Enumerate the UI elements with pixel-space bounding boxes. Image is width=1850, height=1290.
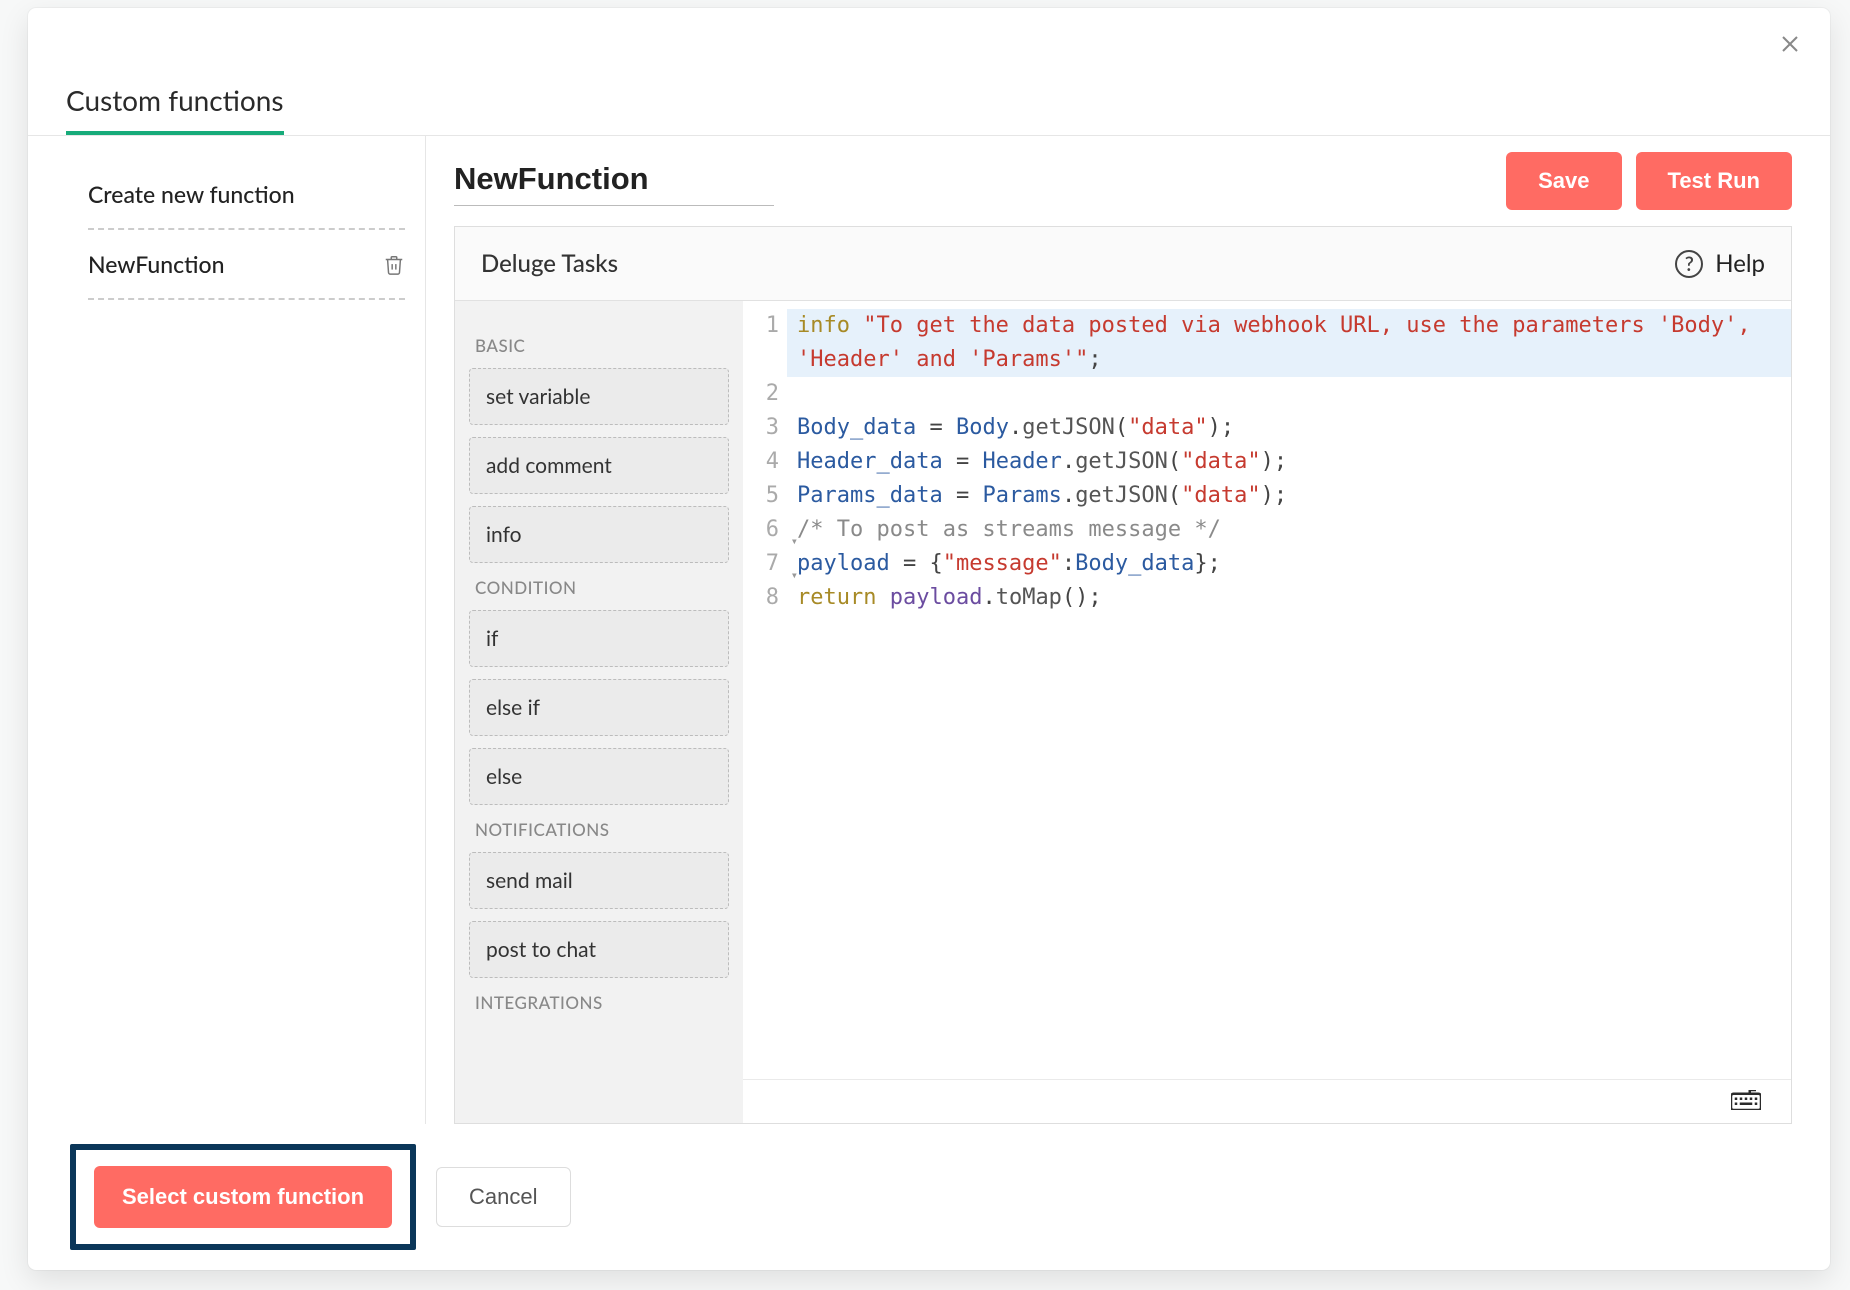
task-group-heading: CONDITION — [475, 577, 723, 598]
line-number: 5 — [743, 479, 787, 513]
code-line[interactable]: 3Body_data = Body.getJSON("data"); — [743, 411, 1791, 445]
function-item-label: Create new function — [88, 180, 295, 208]
line-number: 1 — [743, 309, 787, 377]
code-content[interactable]: Header_data = Header.getJSON("data"); — [787, 445, 1791, 479]
function-name-input[interactable] — [454, 157, 774, 206]
code-line[interactable]: 5Params_data = Params.getJSON("data"); — [743, 479, 1791, 513]
line-number: 3 — [743, 411, 787, 445]
editor-frame: Deluge Tasks ? Help BASIC set variable add… — [454, 226, 1792, 1124]
code-content[interactable]: return payload.toMap(); — [787, 581, 1791, 615]
code-line[interactable]: 6▾/* To post as streams message */ — [743, 513, 1791, 547]
select-custom-function-button[interactable]: Select custom function — [94, 1166, 392, 1228]
code-content[interactable]: info "To get the data posted via webhook… — [787, 309, 1791, 377]
line-number: 8 — [743, 581, 787, 615]
code-line[interactable]: 8return payload.toMap(); — [743, 581, 1791, 615]
fold-arrow-icon[interactable]: ▾ — [791, 524, 798, 558]
help-label: Help — [1715, 249, 1765, 278]
help-button[interactable]: ? Help — [1675, 249, 1765, 278]
task-card[interactable]: if — [469, 610, 729, 667]
fold-arrow-icon[interactable]: ▾ — [791, 558, 798, 592]
trash-icon[interactable] — [383, 253, 405, 275]
code-panel: 1info "To get the data posted via webhoo… — [743, 301, 1791, 1123]
function-item[interactable]: NewFunction — [88, 230, 405, 300]
task-group-heading: INTEGRATIONS — [475, 992, 723, 1013]
task-card[interactable]: post to chat — [469, 921, 729, 978]
custom-functions-modal: Custom functions Create new function NewF… — [28, 8, 1830, 1270]
task-group-heading: BASIC — [475, 335, 723, 356]
save-button[interactable]: Save — [1506, 152, 1621, 210]
close-icon[interactable] — [1778, 32, 1802, 56]
create-new-function[interactable]: Create new function — [88, 160, 405, 230]
line-number: 4 — [743, 445, 787, 479]
code-content[interactable]: Params_data = Params.getJSON("data"); — [787, 479, 1791, 513]
test-run-button[interactable]: Test Run — [1636, 152, 1792, 210]
task-card[interactable]: send mail — [469, 852, 729, 909]
editor-pane: Save Test Run Deluge Tasks ? Help BASIC s… — [426, 136, 1830, 1124]
task-group-heading: NOTIFICATIONS — [475, 819, 723, 840]
cancel-button[interactable]: Cancel — [436, 1167, 570, 1227]
task-card[interactable]: else — [469, 748, 729, 805]
task-card[interactable]: info — [469, 506, 729, 563]
line-number: 2 — [743, 377, 787, 411]
function-item-label: NewFunction — [88, 250, 224, 278]
code-line[interactable]: 4Header_data = Header.getJSON("data"); — [743, 445, 1791, 479]
code-content[interactable]: payload = {"message":Body_data}; — [787, 547, 1791, 581]
code-editor[interactable]: 1info "To get the data posted via webhoo… — [743, 301, 1791, 1079]
editor-title: Deluge Tasks — [481, 249, 618, 278]
task-card[interactable]: set variable — [469, 368, 729, 425]
code-line[interactable]: 2 — [743, 377, 1791, 411]
task-panel: BASIC set variable add comment info CONDITIO… — [455, 301, 743, 1123]
modal-tabs: Custom functions — [28, 8, 1830, 136]
tab-custom-functions[interactable]: Custom functions — [66, 83, 284, 135]
line-number: 7▾ — [743, 547, 787, 581]
code-content[interactable] — [787, 377, 1791, 411]
code-content[interactable]: /* To post as streams message */ — [787, 513, 1791, 547]
help-icon: ? — [1675, 250, 1703, 278]
code-line[interactable]: 1info "To get the data posted via webhoo… — [743, 309, 1791, 377]
select-button-highlight: Select custom function — [70, 1144, 416, 1250]
keyboard-icon[interactable] — [1731, 1090, 1761, 1114]
modal-footer: Select custom function Cancel — [28, 1124, 1830, 1270]
code-line[interactable]: 7▾payload = {"message":Body_data}; — [743, 547, 1791, 581]
task-card[interactable]: else if — [469, 679, 729, 736]
code-content[interactable]: Body_data = Body.getJSON("data"); — [787, 411, 1791, 445]
task-card[interactable]: add comment — [469, 437, 729, 494]
functions-list: Create new function NewFunction — [28, 136, 426, 1124]
line-number: 6▾ — [743, 513, 787, 547]
